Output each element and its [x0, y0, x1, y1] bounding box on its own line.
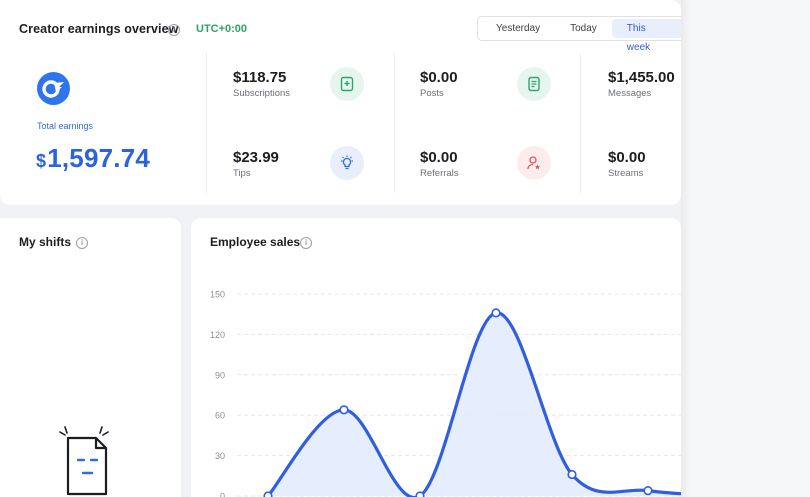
divider	[580, 53, 581, 193]
employee-sales-chart: 150 120 90 60 30 0	[210, 290, 681, 497]
data-point	[415, 491, 425, 497]
metric-messages: $1,455.00 Messages	[608, 69, 675, 99]
metric-label: Tips	[233, 168, 251, 179]
range-this-week-button[interactable]: This week	[611, 19, 686, 53]
document-icon	[517, 67, 551, 101]
my-shifts-card: My shifts i	[0, 218, 181, 497]
info-icon[interactable]: i	[76, 237, 88, 249]
range-today-button[interactable]: Today	[555, 19, 612, 38]
creator-earnings-card: Creator earnings overview i UTC+0:00 Yes…	[0, 0, 687, 205]
side-panel-shadow	[681, 0, 691, 497]
metric-value: $0.00	[420, 69, 458, 86]
user-star-icon	[517, 146, 551, 180]
empty-document-icon	[56, 426, 120, 497]
metric-label: Posts	[420, 88, 444, 99]
y-tick-label: 60	[215, 411, 225, 421]
metric-value: $1,455.00	[608, 69, 675, 86]
data-point	[491, 308, 501, 318]
metric-label: Messages	[608, 88, 652, 99]
y-tick-label: 150	[210, 290, 225, 300]
y-tick-label: 30	[215, 451, 225, 461]
onlyfans-logo-icon	[37, 72, 70, 105]
metric-value: $118.75	[233, 69, 287, 86]
divider	[206, 53, 207, 193]
data-point	[643, 486, 653, 496]
data-point	[339, 405, 349, 415]
side-panel-overlay	[681, 0, 810, 497]
my-shifts-title: My shifts	[19, 235, 72, 249]
overview-title: Creator earnings overview	[19, 22, 179, 36]
y-tick-label: 0	[220, 492, 225, 497]
metric-posts: $0.00 Posts	[420, 69, 458, 99]
data-point	[567, 469, 577, 480]
area-fill	[268, 312, 681, 497]
metric-value: $23.99	[233, 149, 279, 166]
bookmark-plus-icon	[330, 67, 364, 101]
metric-label: Subscriptions	[233, 88, 291, 99]
metric-value: $0.00	[420, 149, 458, 166]
total-earnings-value: $1,597.74	[36, 143, 150, 174]
metric-value: $0.00	[608, 149, 646, 166]
data-point	[263, 491, 273, 497]
metric-streams: $0.00 Streams	[608, 149, 646, 179]
metric-label: Streams	[608, 168, 644, 179]
total-earnings-amount: 1,597.74	[47, 143, 151, 173]
lightbulb-icon	[330, 146, 364, 180]
timezone-label: UTC+0:00	[196, 23, 248, 35]
y-tick-label: 120	[210, 330, 225, 340]
metric-referrals: $0.00 Referrals	[420, 149, 459, 179]
divider	[394, 53, 395, 193]
y-tick-label: 90	[215, 370, 225, 380]
metric-label: Referrals	[420, 168, 459, 179]
metric-tips: $23.99 Tips	[233, 149, 279, 179]
info-icon[interactable]: i	[168, 24, 180, 36]
total-earnings-label: Total earnings	[37, 121, 94, 131]
range-yesterday-button[interactable]: Yesterday	[481, 19, 555, 38]
date-range-selector: Yesterday Today This week	[477, 16, 687, 53]
metric-subscriptions: $118.75 Subscriptions	[233, 69, 290, 99]
currency-symbol: $	[36, 151, 47, 171]
employee-sales-card: Employee sales i 150 120 90 60 30 0	[191, 218, 681, 497]
